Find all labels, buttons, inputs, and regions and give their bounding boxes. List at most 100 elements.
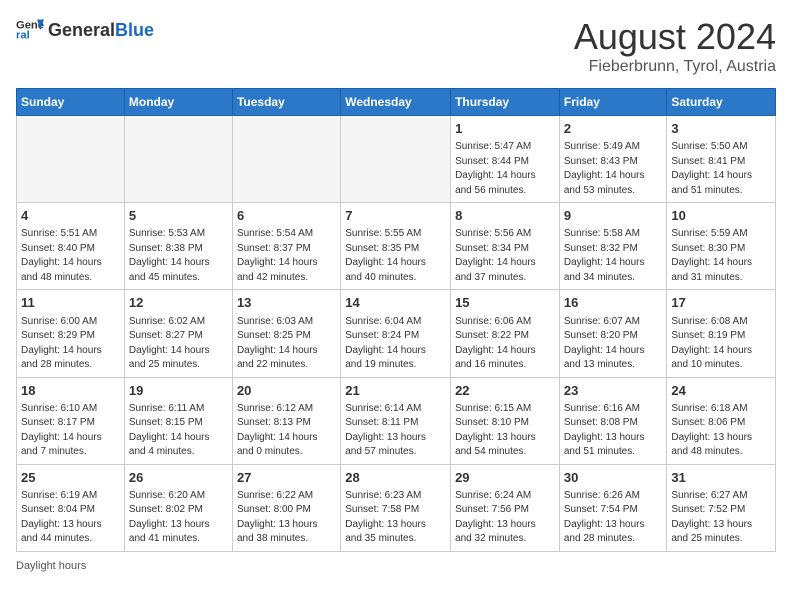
calendar-cell: 8 Sunrise: 5:56 AM Sunset: 8:34 PM Daylig… (451, 203, 560, 290)
day-info: Sunrise: 5:49 AM Sunset: 8:43 PM Dayligh… (564, 140, 663, 198)
day-number: 24 (671, 382, 771, 400)
title-block: August 2024 Fieberbrunn, Tyrol, Austria (574, 16, 776, 76)
calendar-cell: 15 Sunrise: 6:06 AM Sunset: 8:22 PM Dayli… (451, 290, 560, 377)
day-info: Sunrise: 6:04 AM Sunset: 8:24 PM Dayligh… (345, 315, 446, 373)
day-info: Sunrise: 6:12 AM Sunset: 8:13 PM Dayligh… (237, 402, 336, 460)
footer-text: Daylight hours (16, 560, 86, 572)
day-info: Sunrise: 5:54 AM Sunset: 8:37 PM Dayligh… (237, 227, 336, 285)
svg-text:ral: ral (16, 29, 30, 41)
day-number: 31 (671, 469, 771, 487)
calendar-cell: 26 Sunrise: 6:20 AM Sunset: 8:02 PM Dayli… (124, 464, 232, 551)
day-info: Sunrise: 6:02 AM Sunset: 8:27 PM Dayligh… (129, 315, 228, 373)
day-info: Sunrise: 6:27 AM Sunset: 7:52 PM Dayligh… (671, 489, 771, 547)
day-info: Sunrise: 6:08 AM Sunset: 8:19 PM Dayligh… (671, 315, 771, 373)
logo-text-general: General (48, 20, 115, 40)
calendar-cell (341, 116, 451, 203)
calendar-cell: 20 Sunrise: 6:12 AM Sunset: 8:13 PM Dayli… (232, 377, 340, 464)
week-row-4: 25 Sunrise: 6:19 AM Sunset: 8:04 PM Dayli… (17, 464, 776, 551)
day-number: 18 (21, 382, 120, 400)
day-number: 22 (455, 382, 555, 400)
day-number: 5 (129, 207, 228, 225)
day-info: Sunrise: 6:03 AM Sunset: 8:25 PM Dayligh… (237, 315, 336, 373)
calendar-cell: 11Sunrise: 6:00 AM Sunset: 8:29 PM Dayli… (17, 290, 125, 377)
day-number: 19 (129, 382, 228, 400)
calendar-cell: 16 Sunrise: 6:07 AM Sunset: 8:20 PM Dayli… (559, 290, 667, 377)
weekday-header-thursday: Thursday (451, 89, 560, 116)
calendar-cell: 5 Sunrise: 5:53 AM Sunset: 8:38 PM Daylig… (124, 203, 232, 290)
calendar-cell: 17 Sunrise: 6:08 AM Sunset: 8:19 PM Dayli… (667, 290, 776, 377)
calendar-cell (17, 116, 125, 203)
calendar-cell: 19 Sunrise: 6:11 AM Sunset: 8:15 PM Dayli… (124, 377, 232, 464)
calendar-cell: 3 Sunrise: 5:50 AM Sunset: 8:41 PM Daylig… (667, 116, 776, 203)
logo-text-blue: Blue (115, 20, 154, 40)
weekday-header-row: SundayMondayTuesdayWednesdayThursdayFrid… (17, 89, 776, 116)
day-number: 1 (455, 120, 555, 138)
day-info: Sunrise: 6:23 AM Sunset: 7:58 PM Dayligh… (345, 489, 446, 547)
calendar-cell: 23 Sunrise: 6:16 AM Sunset: 8:08 PM Dayli… (559, 377, 667, 464)
day-info: Sunrise: 6:22 AM Sunset: 8:00 PM Dayligh… (237, 489, 336, 547)
day-info: Sunrise: 6:19 AM Sunset: 8:04 PM Dayligh… (21, 489, 120, 547)
day-number: 23 (564, 382, 663, 400)
week-row-1: 4Sunrise: 5:51 AM Sunset: 8:40 PM Daylig… (17, 203, 776, 290)
calendar-cell: 1 Sunrise: 5:47 AM Sunset: 8:44 PM Daylig… (451, 116, 560, 203)
day-info: Sunrise: 5:55 AM Sunset: 8:35 PM Dayligh… (345, 227, 446, 285)
weekday-header-saturday: Saturday (667, 89, 776, 116)
day-number: 29 (455, 469, 555, 487)
day-number: 20 (237, 382, 336, 400)
day-number: 3 (671, 120, 771, 138)
calendar-cell (232, 116, 340, 203)
day-number: 12 (129, 294, 228, 312)
day-number: 26 (129, 469, 228, 487)
day-number: 2 (564, 120, 663, 138)
day-number: 8 (455, 207, 555, 225)
day-info: Sunrise: 6:24 AM Sunset: 7:56 PM Dayligh… (455, 489, 555, 547)
calendar-title: August 2024 (574, 16, 776, 58)
day-info: Sunrise: 6:16 AM Sunset: 8:08 PM Dayligh… (564, 402, 663, 460)
day-info: Sunrise: 6:20 AM Sunset: 8:02 PM Dayligh… (129, 489, 228, 547)
day-info: Sunrise: 5:50 AM Sunset: 8:41 PM Dayligh… (671, 140, 771, 198)
calendar-cell: 7 Sunrise: 5:55 AM Sunset: 8:35 PM Daylig… (341, 203, 451, 290)
calendar-cell: 2 Sunrise: 5:49 AM Sunset: 8:43 PM Daylig… (559, 116, 667, 203)
day-number: 7 (345, 207, 446, 225)
day-info: Sunrise: 5:58 AM Sunset: 8:32 PM Dayligh… (564, 227, 663, 285)
day-number: 25 (21, 469, 120, 487)
day-info: Sunrise: 6:26 AM Sunset: 7:54 PM Dayligh… (564, 489, 663, 547)
day-info: Sunrise: 6:11 AM Sunset: 8:15 PM Dayligh… (129, 402, 228, 460)
day-info: Sunrise: 6:06 AM Sunset: 8:22 PM Dayligh… (455, 315, 555, 373)
calendar-cell: 9Sunrise: 5:58 AM Sunset: 8:32 PM Daylig… (559, 203, 667, 290)
calendar-cell: 31 Sunrise: 6:27 AM Sunset: 7:52 PM Dayli… (667, 464, 776, 551)
day-info: Sunrise: 5:47 AM Sunset: 8:44 PM Dayligh… (455, 140, 555, 198)
logo: Gene ral GeneralBlue (16, 16, 154, 44)
calendar-cell: 25 Sunrise: 6:19 AM Sunset: 8:04 PM Dayli… (17, 464, 125, 551)
day-info: Sunrise: 6:07 AM Sunset: 8:20 PM Dayligh… (564, 315, 663, 373)
calendar-cell: 4Sunrise: 5:51 AM Sunset: 8:40 PM Daylig… (17, 203, 125, 290)
calendar-cell: 27Sunrise: 6:22 AM Sunset: 8:00 PM Dayli… (232, 464, 340, 551)
page-header: Gene ral GeneralBlue August 2024 Fieberb… (16, 16, 776, 76)
day-number: 10 (671, 207, 771, 225)
calendar-cell: 29 Sunrise: 6:24 AM Sunset: 7:56 PM Dayli… (451, 464, 560, 551)
day-number: 16 (564, 294, 663, 312)
day-number: 6 (237, 207, 336, 225)
logo-icon: Gene ral (16, 16, 44, 44)
day-info: Sunrise: 6:15 AM Sunset: 8:10 PM Dayligh… (455, 402, 555, 460)
calendar-cell (124, 116, 232, 203)
calendar-cell: 13 Sunrise: 6:03 AM Sunset: 8:25 PM Dayli… (232, 290, 340, 377)
calendar-cell: 24 Sunrise: 6:18 AM Sunset: 8:06 PM Dayli… (667, 377, 776, 464)
week-row-2: 11Sunrise: 6:00 AM Sunset: 8:29 PM Dayli… (17, 290, 776, 377)
weekday-header-friday: Friday (559, 89, 667, 116)
weekday-header-tuesday: Tuesday (232, 89, 340, 116)
day-info: Sunrise: 6:14 AM Sunset: 8:11 PM Dayligh… (345, 402, 446, 460)
day-info: Sunrise: 5:53 AM Sunset: 8:38 PM Dayligh… (129, 227, 228, 285)
calendar-cell: 30Sunrise: 6:26 AM Sunset: 7:54 PM Dayli… (559, 464, 667, 551)
day-info: Sunrise: 6:10 AM Sunset: 8:17 PM Dayligh… (21, 402, 120, 460)
day-number: 14 (345, 294, 446, 312)
day-number: 28 (345, 469, 446, 487)
day-info: Sunrise: 6:18 AM Sunset: 8:06 PM Dayligh… (671, 402, 771, 460)
day-number: 17 (671, 294, 771, 312)
day-number: 13 (237, 294, 336, 312)
day-number: 15 (455, 294, 555, 312)
calendar-cell: 6 Sunrise: 5:54 AM Sunset: 8:37 PM Daylig… (232, 203, 340, 290)
day-info: Sunrise: 5:56 AM Sunset: 8:34 PM Dayligh… (455, 227, 555, 285)
weekday-header-monday: Monday (124, 89, 232, 116)
calendar-cell: 28 Sunrise: 6:23 AM Sunset: 7:58 PM Dayli… (341, 464, 451, 551)
